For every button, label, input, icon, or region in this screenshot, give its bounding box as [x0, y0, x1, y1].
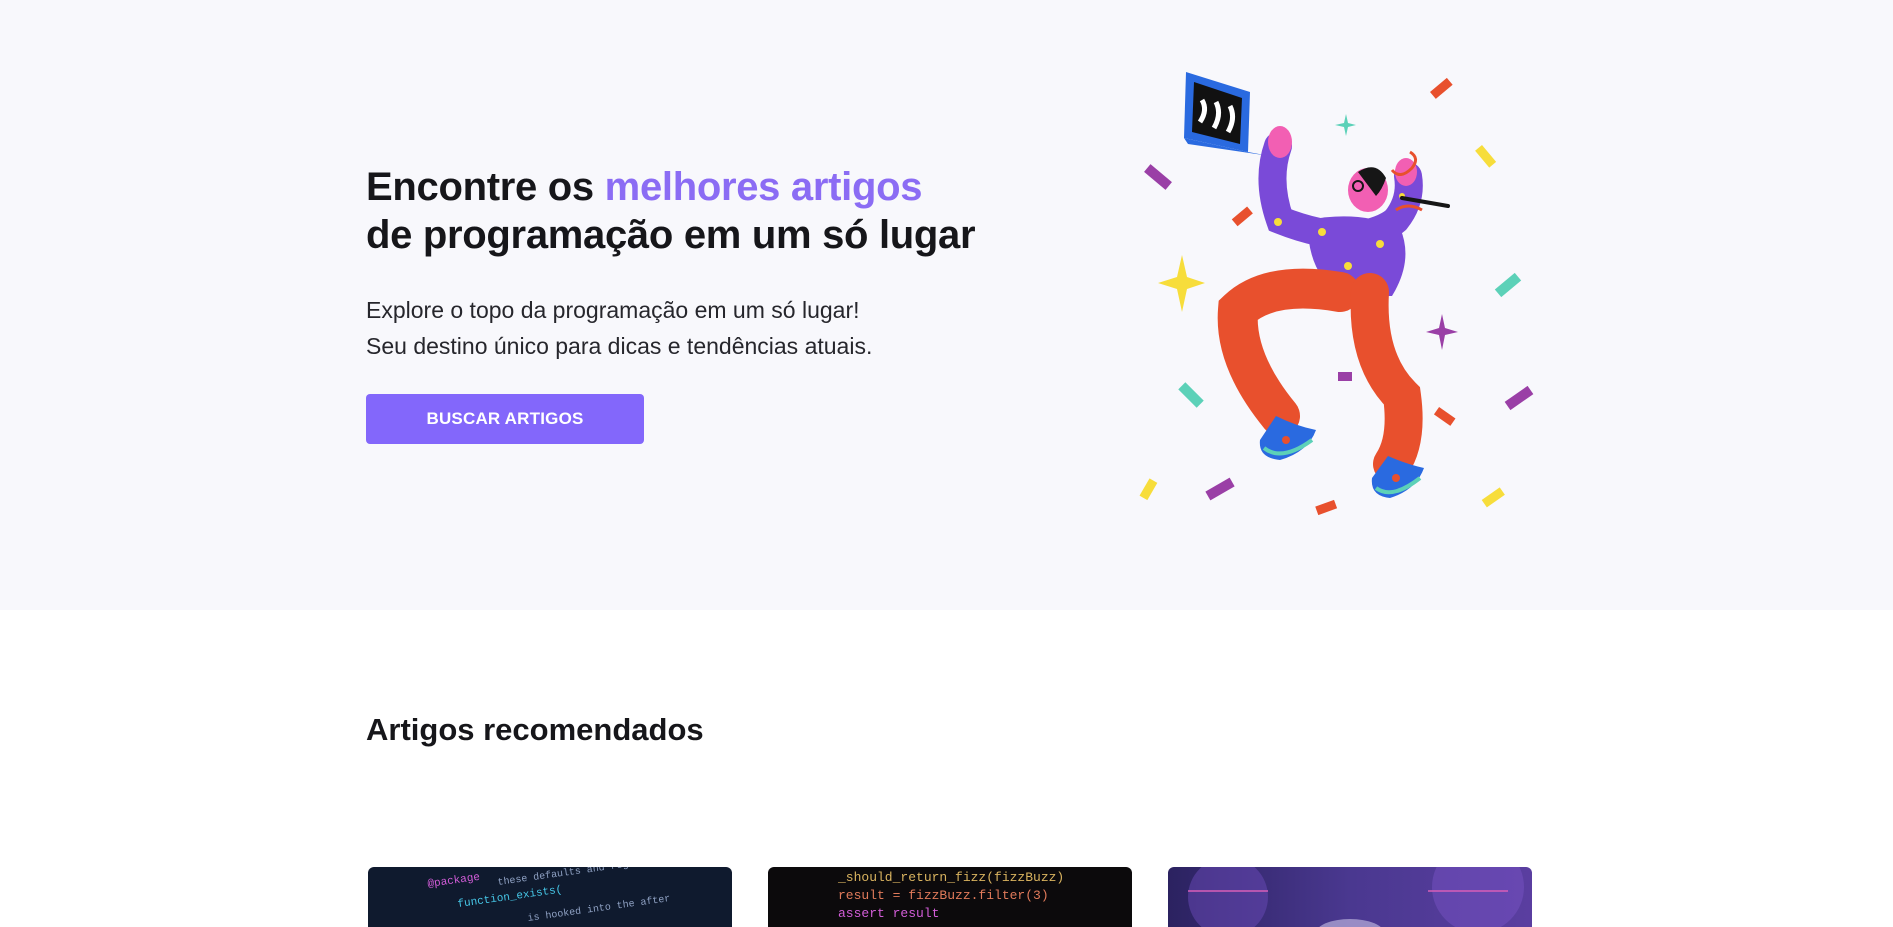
- article-card-image: _should_return_fizz(fizzBuzz) result = f…: [837, 870, 1064, 921]
- card2-code-line2: assert result: [838, 906, 939, 921]
- svg-text:_should_return_fizz(fizzBuzz): _should_return_fizz(fizzBuzz): [837, 870, 1064, 885]
- hero-title-accent: melhores artigos: [604, 165, 923, 209]
- laptop-icon: [1184, 72, 1270, 156]
- hero-title-plain: Encontre os: [366, 165, 605, 209]
- article-card-image: [1188, 867, 1524, 927]
- article-card-image: @package function_exists( these defaults…: [427, 867, 671, 925]
- svg-text:these defaults and register: these defaults and register: [497, 867, 659, 889]
- hero-subtitle-line1: Explore o topo da programação em um só l…: [366, 297, 860, 323]
- hero-title-line2: de programação em um só lugar: [366, 213, 976, 257]
- article-card[interactable]: _should_return_fizz(fizzBuzz) result = f…: [768, 867, 1132, 927]
- search-articles-button[interactable]: BUSCAR ARTIGOS: [366, 394, 644, 444]
- hero-illustration: [1139, 72, 1534, 516]
- hero-subtitle: Explore o topo da programação em um só l…: [366, 292, 872, 364]
- hero-section: Encontre os melhores artigos de programa…: [0, 0, 1893, 610]
- hero-title: Encontre os melhores artigos de programa…: [366, 163, 976, 259]
- article-card[interactable]: [1168, 867, 1532, 927]
- article-card[interactable]: @package function_exists( these defaults…: [368, 867, 732, 927]
- hero-subtitle-line2: Seu destino único para dicas e tendência…: [366, 333, 873, 359]
- svg-text:@package: @package: [427, 872, 481, 891]
- recommended-articles-title: Artigos recomendados: [366, 712, 704, 747]
- card2-code-line1: result = fizzBuzz.filter(3): [838, 888, 1049, 903]
